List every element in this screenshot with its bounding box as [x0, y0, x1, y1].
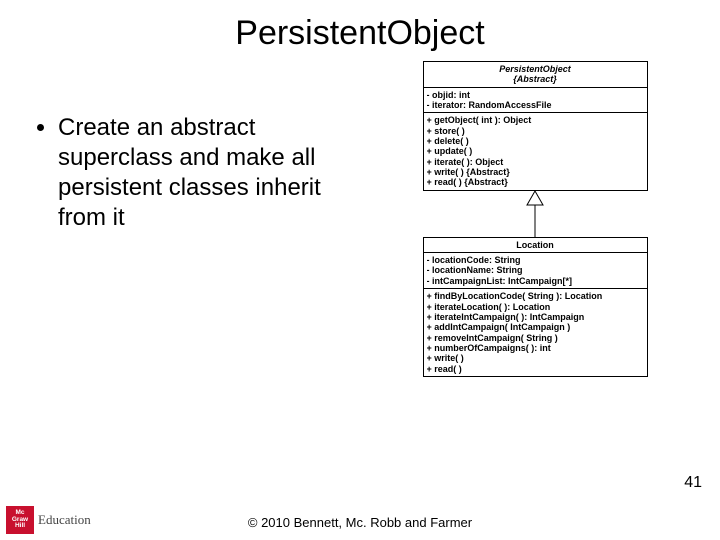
content-area: Create an abstract superclass and make a…	[0, 57, 720, 377]
logo-text: Education	[38, 512, 91, 528]
uml-bottom-name: Location	[427, 240, 644, 250]
uml-top-stereo: {Abstract}	[427, 74, 644, 84]
bullet-list: Create an abstract superclass and make a…	[0, 57, 360, 377]
uml-class-persistentobject: PersistentObject {Abstract} - objid: int…	[423, 61, 648, 191]
uml-top-attrs: - objid: int - iterator: RandomAccessFil…	[424, 88, 647, 114]
page-number: 41	[684, 474, 702, 492]
publisher-logo: Mc Graw Hill Education	[6, 506, 91, 534]
footer-text: © 2010 Bennett, Mc. Robb and Farmer	[0, 515, 720, 530]
uml-bottom-ops: + findByLocationCode( String ): Location…	[424, 289, 647, 376]
inheritance-arrow-icon	[528, 191, 542, 237]
bullet-item: Create an abstract superclass and make a…	[58, 113, 360, 233]
uml-bottom-attrs: - locationCode: String - locationName: S…	[424, 253, 647, 289]
uml-top-ops: + getObject( int ): Object + store( ) + …	[424, 113, 647, 189]
uml-top-name: PersistentObject	[427, 64, 644, 74]
slide-title: PersistentObject	[0, 0, 720, 53]
uml-class-location: Location - locationCode: String - locati…	[423, 237, 648, 377]
uml-diagram: PersistentObject {Abstract} - objid: int…	[360, 57, 700, 377]
logo-icon: Mc Graw Hill	[6, 506, 34, 534]
